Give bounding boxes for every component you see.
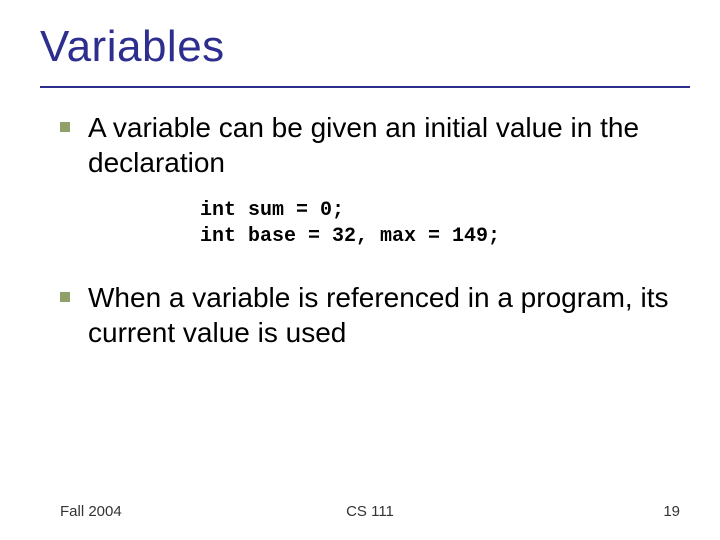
square-bullet-icon xyxy=(60,292,70,302)
bullet-text: A variable can be given an initial value… xyxy=(88,110,670,180)
bullet-text: When a variable is referenced in a progr… xyxy=(88,280,670,350)
slide: Variables A variable can be given an ini… xyxy=(0,0,720,540)
title-underline xyxy=(40,86,690,88)
slide-footer: Fall 2004 CS 111 19 xyxy=(60,503,680,520)
footer-page-number: 19 xyxy=(663,503,680,520)
slide-body: A variable can be given an initial value… xyxy=(60,110,670,368)
bullet-item: A variable can be given an initial value… xyxy=(60,110,670,180)
code-sample: int sum = 0; int base = 32, max = 149; xyxy=(200,198,670,250)
bullet-item: When a variable is referenced in a progr… xyxy=(60,280,670,350)
footer-course: CS 111 xyxy=(60,503,680,520)
square-bullet-icon xyxy=(60,122,70,132)
footer-term: Fall 2004 xyxy=(60,503,122,520)
slide-title: Variables xyxy=(40,22,225,72)
